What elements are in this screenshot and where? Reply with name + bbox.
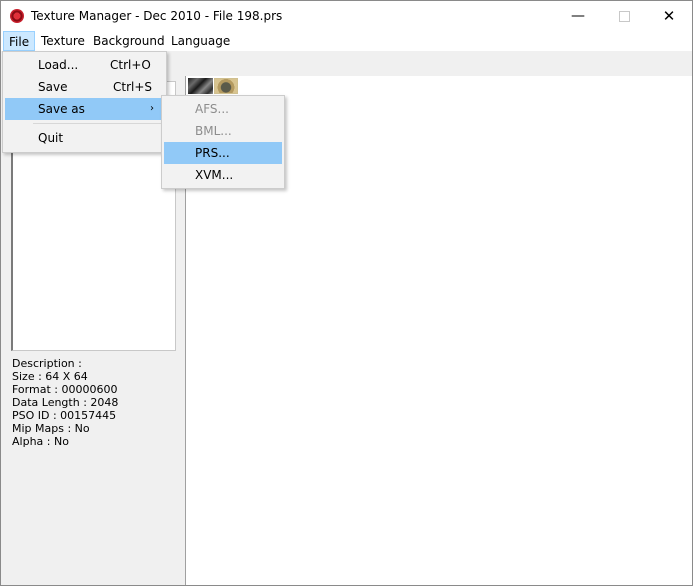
menu-item-shortcut: Ctrl+O — [110, 58, 151, 72]
menu-language[interactable]: Language — [166, 31, 235, 51]
submenu-item-afs[interactable]: AFS... — [164, 98, 282, 120]
menu-item-label: Quit — [38, 131, 64, 145]
info-description: Description : — [12, 357, 82, 370]
title-bar[interactable]: Texture Manager - Dec 2010 - File 198.pr… — [1, 1, 692, 31]
close-button[interactable]: ✕ — [646, 1, 692, 31]
save-as-submenu: AFS... BML... PRS... XVM... — [161, 95, 285, 189]
menu-item-load[interactable]: Load... Ctrl+O — [5, 54, 164, 76]
submenu-item-bml[interactable]: BML... — [164, 120, 282, 142]
app-icon — [10, 9, 24, 23]
info-alpha: Alpha : No — [12, 435, 69, 448]
main-window: Texture Manager - Dec 2010 - File 198.pr… — [0, 0, 693, 586]
menu-item-label: Save — [38, 80, 68, 94]
menu-texture[interactable]: Texture — [36, 31, 90, 51]
texture-info: Description : Size : 64 X 64 Format : 00… — [12, 357, 118, 448]
maximize-button[interactable] — [601, 1, 647, 31]
submenu-item-label: XVM... — [195, 168, 234, 182]
info-mip-maps: Mip Maps : No — [12, 422, 90, 435]
menu-item-shortcut: Ctrl+S — [113, 80, 153, 94]
menu-item-save-as[interactable]: Save as › — [5, 98, 164, 120]
menu-file[interactable]: File — [3, 31, 36, 51]
submenu-item-label: PRS... — [195, 146, 230, 160]
menu-separator — [33, 123, 161, 124]
chevron-right-icon: › — [150, 103, 154, 114]
submenu-item-xvm[interactable]: XVM... — [164, 164, 282, 186]
menu-item-save[interactable]: Save Ctrl+S — [5, 76, 164, 98]
menu-bar: File Texture Background Language — [1, 31, 692, 51]
info-format: Format : 00000600 — [12, 383, 118, 396]
texture-thumbnail[interactable] — [188, 78, 213, 94]
window-title: Texture Manager - Dec 2010 - File 198.pr… — [31, 9, 283, 23]
maximize-icon — [618, 10, 630, 22]
info-size: Size : 64 X 64 — [12, 370, 88, 383]
submenu-item-label: AFS... — [195, 102, 229, 116]
menu-item-label: Load... — [38, 58, 79, 72]
menu-item-quit[interactable]: Quit — [5, 127, 164, 149]
texture-thumbnail[interactable] — [214, 78, 238, 94]
submenu-item-prs[interactable]: PRS... — [164, 142, 282, 164]
info-data-length: Data Length : 2048 — [12, 396, 119, 409]
menu-background[interactable]: Background — [88, 31, 170, 51]
menu-item-label: Save as — [38, 102, 85, 116]
minimize-button[interactable]: — — [555, 1, 601, 31]
info-pso-id: PSO ID : 00157445 — [12, 409, 117, 422]
submenu-item-label: BML... — [195, 124, 232, 138]
file-menu-dropdown: Load... Ctrl+O Save Ctrl+S Save as › Qui… — [2, 51, 167, 153]
